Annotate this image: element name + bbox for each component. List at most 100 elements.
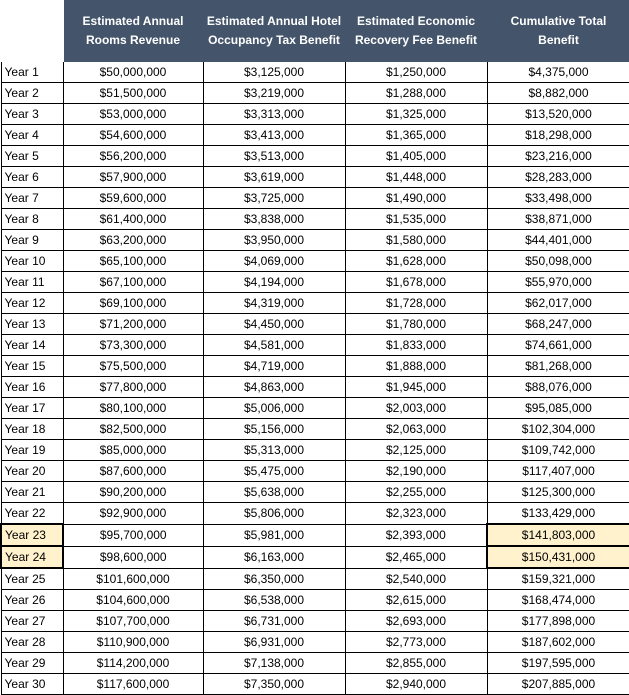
- recovery-fee-cell[interactable]: $1,405,000: [344, 145, 488, 167]
- hotel-tax-cell[interactable]: $3,619,000: [202, 166, 346, 188]
- recovery-fee-cell[interactable]: $2,393,000: [344, 523, 488, 547]
- cumulative-total-cell[interactable]: $88,076,000: [486, 376, 629, 398]
- hotel-tax-cell[interactable]: $6,163,000: [202, 545, 346, 569]
- cumulative-total-cell[interactable]: $177,898,000: [486, 610, 629, 632]
- rooms-revenue-cell[interactable]: $114,200,000: [62, 652, 204, 674]
- hotel-tax-cell[interactable]: $4,069,000: [202, 250, 346, 272]
- year-label-cell[interactable]: Year 13: [0, 313, 64, 335]
- rooms-revenue-cell[interactable]: $98,600,000: [62, 545, 204, 569]
- cumulative-total-cell[interactable]: $168,474,000: [486, 589, 629, 611]
- recovery-fee-cell[interactable]: $2,940,000: [344, 673, 488, 695]
- year-label-cell[interactable]: Year 8: [0, 208, 64, 230]
- hotel-tax-cell[interactable]: $5,806,000: [202, 502, 346, 525]
- cumulative-total-cell[interactable]: $4,375,000: [486, 61, 629, 83]
- rooms-revenue-cell[interactable]: $50,000,000: [62, 61, 204, 83]
- year-label-cell[interactable]: Year 15: [0, 355, 64, 377]
- hotel-tax-cell[interactable]: $3,725,000: [202, 187, 346, 209]
- rooms-revenue-cell[interactable]: $75,500,000: [62, 355, 204, 377]
- hotel-tax-cell[interactable]: $4,319,000: [202, 292, 346, 314]
- rooms-revenue-cell[interactable]: $80,100,000: [62, 397, 204, 419]
- hotel-tax-cell[interactable]: $6,931,000: [202, 631, 346, 653]
- rooms-revenue-cell[interactable]: $117,600,000: [62, 673, 204, 695]
- recovery-fee-cell[interactable]: $2,693,000: [344, 610, 488, 632]
- year-label-cell[interactable]: Year 29: [0, 652, 64, 674]
- year-label-cell[interactable]: Year 27: [0, 610, 64, 632]
- recovery-fee-cell[interactable]: $2,003,000: [344, 397, 488, 419]
- hotel-tax-cell[interactable]: $3,219,000: [202, 82, 346, 104]
- rooms-revenue-cell[interactable]: $110,900,000: [62, 631, 204, 653]
- year-label-cell[interactable]: Year 17: [0, 397, 64, 419]
- rooms-revenue-cell[interactable]: $59,600,000: [62, 187, 204, 209]
- hotel-tax-cell[interactable]: $4,450,000: [202, 313, 346, 335]
- recovery-fee-cell[interactable]: $2,855,000: [344, 652, 488, 674]
- rooms-revenue-cell[interactable]: $107,700,000: [62, 610, 204, 632]
- hotel-tax-cell[interactable]: $6,350,000: [202, 567, 346, 590]
- recovery-fee-cell[interactable]: $2,540,000: [344, 567, 488, 590]
- cumulative-total-cell[interactable]: $141,803,000: [486, 523, 629, 547]
- cumulative-total-cell[interactable]: $28,283,000: [486, 166, 629, 188]
- rooms-revenue-cell[interactable]: $101,600,000: [62, 567, 204, 590]
- cumulative-total-cell[interactable]: $13,520,000: [486, 103, 629, 125]
- recovery-fee-cell[interactable]: $1,728,000: [344, 292, 488, 314]
- recovery-fee-cell[interactable]: $2,465,000: [344, 545, 488, 569]
- rooms-revenue-cell[interactable]: $54,600,000: [62, 124, 204, 146]
- year-label-cell[interactable]: Year 26: [0, 589, 64, 611]
- recovery-fee-cell[interactable]: $1,448,000: [344, 166, 488, 188]
- year-label-cell[interactable]: Year 12: [0, 292, 64, 314]
- year-label-cell[interactable]: Year 18: [0, 418, 64, 440]
- recovery-fee-cell[interactable]: $1,678,000: [344, 271, 488, 293]
- recovery-fee-cell[interactable]: $2,773,000: [344, 631, 488, 653]
- rooms-revenue-cell[interactable]: $53,000,000: [62, 103, 204, 125]
- cumulative-total-cell[interactable]: $187,602,000: [486, 631, 629, 653]
- recovery-fee-cell[interactable]: $1,535,000: [344, 208, 488, 230]
- year-label-cell[interactable]: Year 3: [0, 103, 64, 125]
- hotel-tax-cell[interactable]: $5,981,000: [202, 523, 346, 547]
- cumulative-total-cell[interactable]: $102,304,000: [486, 418, 629, 440]
- hotel-tax-cell[interactable]: $5,006,000: [202, 397, 346, 419]
- cumulative-total-cell[interactable]: $33,498,000: [486, 187, 629, 209]
- hotel-tax-cell[interactable]: $3,513,000: [202, 145, 346, 167]
- cumulative-total-cell[interactable]: $44,401,000: [486, 229, 629, 251]
- cumulative-total-cell[interactable]: $117,407,000: [486, 460, 629, 482]
- header-cumulative-total[interactable]: Cumulative Total Benefit: [486, 0, 629, 62]
- hotel-tax-cell[interactable]: $6,538,000: [202, 589, 346, 611]
- year-label-cell[interactable]: Year 30: [0, 673, 64, 695]
- recovery-fee-cell[interactable]: $2,063,000: [344, 418, 488, 440]
- year-label-cell[interactable]: Year 7: [0, 187, 64, 209]
- cumulative-total-cell[interactable]: $8,882,000: [486, 82, 629, 104]
- rooms-revenue-cell[interactable]: $104,600,000: [62, 589, 204, 611]
- rooms-revenue-cell[interactable]: $77,800,000: [62, 376, 204, 398]
- recovery-fee-cell[interactable]: $1,580,000: [344, 229, 488, 251]
- cumulative-total-cell[interactable]: $197,595,000: [486, 652, 629, 674]
- year-label-cell[interactable]: Year 4: [0, 124, 64, 146]
- hotel-tax-cell[interactable]: $4,581,000: [202, 334, 346, 356]
- recovery-fee-cell[interactable]: $1,945,000: [344, 376, 488, 398]
- year-label-cell[interactable]: Year 19: [0, 439, 64, 461]
- rooms-revenue-cell[interactable]: $82,500,000: [62, 418, 204, 440]
- rooms-revenue-cell[interactable]: $87,600,000: [62, 460, 204, 482]
- year-label-cell[interactable]: Year 25: [0, 567, 64, 590]
- header-rooms-revenue[interactable]: Estimated Annual Rooms Revenue: [62, 0, 204, 62]
- year-label-cell[interactable]: Year 16: [0, 376, 64, 398]
- header-economic-recovery-fee[interactable]: Estimated Economic Recovery Fee Benefit: [344, 0, 488, 62]
- header-hotel-occupancy-tax[interactable]: Estimated Annual Hotel Occupancy Tax Ben…: [202, 0, 346, 62]
- hotel-tax-cell[interactable]: $3,950,000: [202, 229, 346, 251]
- cumulative-total-cell[interactable]: $159,321,000: [486, 567, 629, 590]
- cumulative-total-cell[interactable]: $68,247,000: [486, 313, 629, 335]
- hotel-tax-cell[interactable]: $3,125,000: [202, 61, 346, 83]
- recovery-fee-cell[interactable]: $1,490,000: [344, 187, 488, 209]
- hotel-tax-cell[interactable]: $6,731,000: [202, 610, 346, 632]
- hotel-tax-cell[interactable]: $5,638,000: [202, 481, 346, 503]
- rooms-revenue-cell[interactable]: $73,300,000: [62, 334, 204, 356]
- cumulative-total-cell[interactable]: $38,871,000: [486, 208, 629, 230]
- rooms-revenue-cell[interactable]: $63,200,000: [62, 229, 204, 251]
- rooms-revenue-cell[interactable]: $92,900,000: [62, 502, 204, 525]
- hotel-tax-cell[interactable]: $4,719,000: [202, 355, 346, 377]
- cumulative-total-cell[interactable]: $55,970,000: [486, 271, 629, 293]
- rooms-revenue-cell[interactable]: $56,200,000: [62, 145, 204, 167]
- year-label-cell[interactable]: Year 23: [0, 523, 64, 547]
- year-label-cell[interactable]: Year 24: [0, 545, 64, 569]
- hotel-tax-cell[interactable]: $7,350,000: [202, 673, 346, 695]
- hotel-tax-cell[interactable]: $4,863,000: [202, 376, 346, 398]
- rooms-revenue-cell[interactable]: $65,100,000: [62, 250, 204, 272]
